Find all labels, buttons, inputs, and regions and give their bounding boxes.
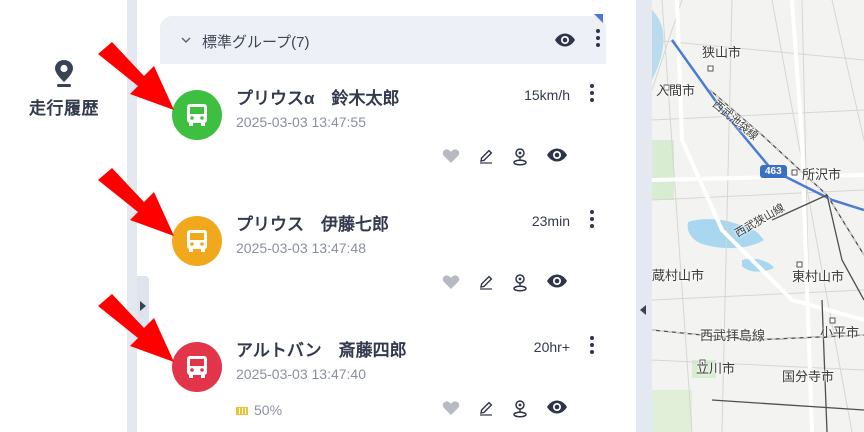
battery-level: 50% xyxy=(254,402,283,418)
more-vertical-icon[interactable] xyxy=(590,210,594,228)
chevron-down-icon[interactable] xyxy=(180,34,192,46)
group-header[interactable]: 標準グループ(7) xyxy=(160,16,606,64)
map-label: 小平市 xyxy=(820,325,860,340)
map-view[interactable]: 狭山市 入間市 西武池袋線 所沢市 西武狭山線 蔵村山市 東村山市 西武拝島線 … xyxy=(652,0,864,432)
vehicle-actions xyxy=(442,148,582,168)
collapse-panel-handle[interactable] xyxy=(636,0,652,432)
eye-icon[interactable] xyxy=(554,33,576,47)
map-label: 国分寺市 xyxy=(782,369,835,384)
vehicle-actions xyxy=(442,400,582,420)
route-number-badge: 463 xyxy=(760,165,787,178)
heart-icon[interactable] xyxy=(442,274,460,295)
bus-icon xyxy=(187,230,207,252)
eye-icon[interactable] xyxy=(546,400,568,419)
more-vertical-icon[interactable] xyxy=(596,29,600,47)
vehicle-avatar xyxy=(172,342,222,392)
edit-icon[interactable] xyxy=(478,274,494,295)
map-label: 立川市 xyxy=(696,361,736,376)
bus-icon xyxy=(187,104,207,126)
heart-icon[interactable] xyxy=(442,148,460,169)
red-arrow-annotation xyxy=(98,42,174,110)
vehicle-name: プリウスα 鈴木太郎 xyxy=(236,89,400,108)
group-title: 標準グループ(7) xyxy=(202,34,310,51)
map-label: 蔵村山市 xyxy=(652,268,705,283)
vehicle-status: 23min xyxy=(531,213,570,229)
red-arrow-annotation xyxy=(98,168,174,236)
vehicle-card[interactable]: プリウスα 鈴木太郎 2025-03-03 13:47:55 15km/h xyxy=(160,78,606,198)
app-root: 走行履歴 標準グループ(7) プリウスα 鈴木太郎 2025-03-03 13:… xyxy=(0,0,864,432)
bus-icon xyxy=(187,356,207,378)
heart-icon[interactable] xyxy=(442,400,460,421)
edit-icon[interactable] xyxy=(478,148,494,169)
red-arrow-annotation xyxy=(98,294,174,362)
eye-icon[interactable] xyxy=(546,148,568,167)
map-label: 入間市 xyxy=(656,83,696,98)
panel-gutter xyxy=(616,0,636,432)
corner-marker xyxy=(594,14,603,23)
vehicle-avatar xyxy=(172,216,222,266)
battery-icon xyxy=(236,407,248,416)
edit-icon[interactable] xyxy=(478,400,494,421)
vehicle-card[interactable]: アルトバン 斎藤四郎 2025-03-03 13:47:40 20hr+ 50% xyxy=(160,330,606,432)
vehicle-avatar xyxy=(172,90,222,140)
vehicle-name: プリウス 伊藤七郎 xyxy=(236,215,389,234)
more-vertical-icon[interactable] xyxy=(590,336,594,354)
vehicle-timestamp: 2025-03-03 13:47:40 xyxy=(236,366,366,382)
vehicle-status: 15km/h xyxy=(524,87,570,103)
more-vertical-icon[interactable] xyxy=(590,84,594,102)
map-label: 東村山市 xyxy=(792,269,845,284)
map-label: 狭山市 xyxy=(702,45,742,60)
map-label: 西武拝島線 xyxy=(700,328,766,343)
driver-location-icon[interactable] xyxy=(512,148,528,171)
map-label: 所沢市 xyxy=(802,167,842,182)
driver-location-icon[interactable] xyxy=(512,400,528,423)
vehicle-panel: 標準グループ(7) プリウスα 鈴木太郎 2025-03-03 13:47:55… xyxy=(150,0,616,432)
vehicle-timestamp: 2025-03-03 13:47:55 xyxy=(236,114,366,130)
battery-indicator: 50% xyxy=(236,402,282,418)
vehicle-actions xyxy=(442,274,582,294)
vehicle-card[interactable]: プリウス 伊藤七郎 2025-03-03 13:47:48 23min xyxy=(160,204,606,324)
driver-location-icon[interactable] xyxy=(512,274,528,297)
eye-icon[interactable] xyxy=(546,274,568,293)
vehicle-name: アルトバン 斎藤四郎 xyxy=(236,341,407,360)
caret-left-icon xyxy=(640,305,646,315)
vehicle-timestamp: 2025-03-03 13:47:48 xyxy=(236,240,366,256)
location-pin-icon xyxy=(55,60,73,87)
vehicle-status: 20hr+ xyxy=(533,339,570,355)
